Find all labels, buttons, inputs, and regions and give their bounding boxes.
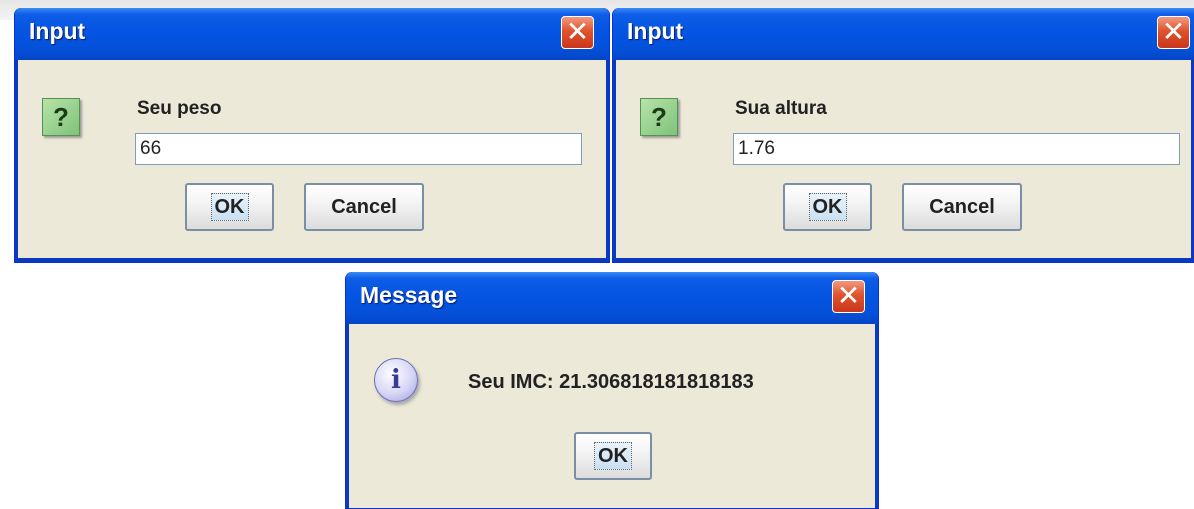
- height-input-dialog: Input ✕ ? Sua altura 1.76 OK Cancel: [612, 8, 1194, 263]
- cancel-button[interactable]: Cancel: [304, 183, 424, 231]
- prompt-label: Seu peso: [137, 98, 222, 119]
- close-button[interactable]: ✕: [1157, 16, 1190, 49]
- result-message-dialog: Message ✕ i Seu IMC: 21.306818181818183 …: [345, 272, 879, 509]
- ok-button[interactable]: OK: [574, 432, 652, 480]
- dialog-title: Input: [29, 18, 86, 44]
- close-button[interactable]: ✕: [832, 280, 865, 313]
- dialog-title: Message: [360, 282, 458, 308]
- height-input[interactable]: 1.76: [733, 133, 1180, 165]
- question-icon: ?: [42, 98, 80, 136]
- title-bar[interactable]: Message ✕: [346, 272, 878, 324]
- weight-input[interactable]: 66: [135, 133, 582, 165]
- close-button[interactable]: ✕: [561, 16, 594, 49]
- bmi-result-text: Seu IMC: 21.306818181818183: [468, 371, 754, 393]
- ok-button[interactable]: OK: [185, 183, 274, 231]
- cancel-button[interactable]: Cancel: [902, 183, 1022, 231]
- ok-label: OK: [210, 193, 249, 221]
- ok-label: OK: [808, 193, 847, 221]
- information-icon: i: [374, 358, 418, 402]
- title-bar[interactable]: Input ✕: [613, 8, 1194, 60]
- prompt-label: Sua altura: [735, 98, 827, 119]
- ok-label: OK: [594, 442, 632, 470]
- question-icon: ?: [640, 98, 678, 136]
- dialog-title: Input: [627, 18, 684, 44]
- title-bar[interactable]: Input ✕: [15, 8, 609, 60]
- ok-button[interactable]: OK: [783, 183, 872, 231]
- weight-input-dialog: Input ✕ ? Seu peso 66 OK Cancel: [14, 8, 610, 263]
